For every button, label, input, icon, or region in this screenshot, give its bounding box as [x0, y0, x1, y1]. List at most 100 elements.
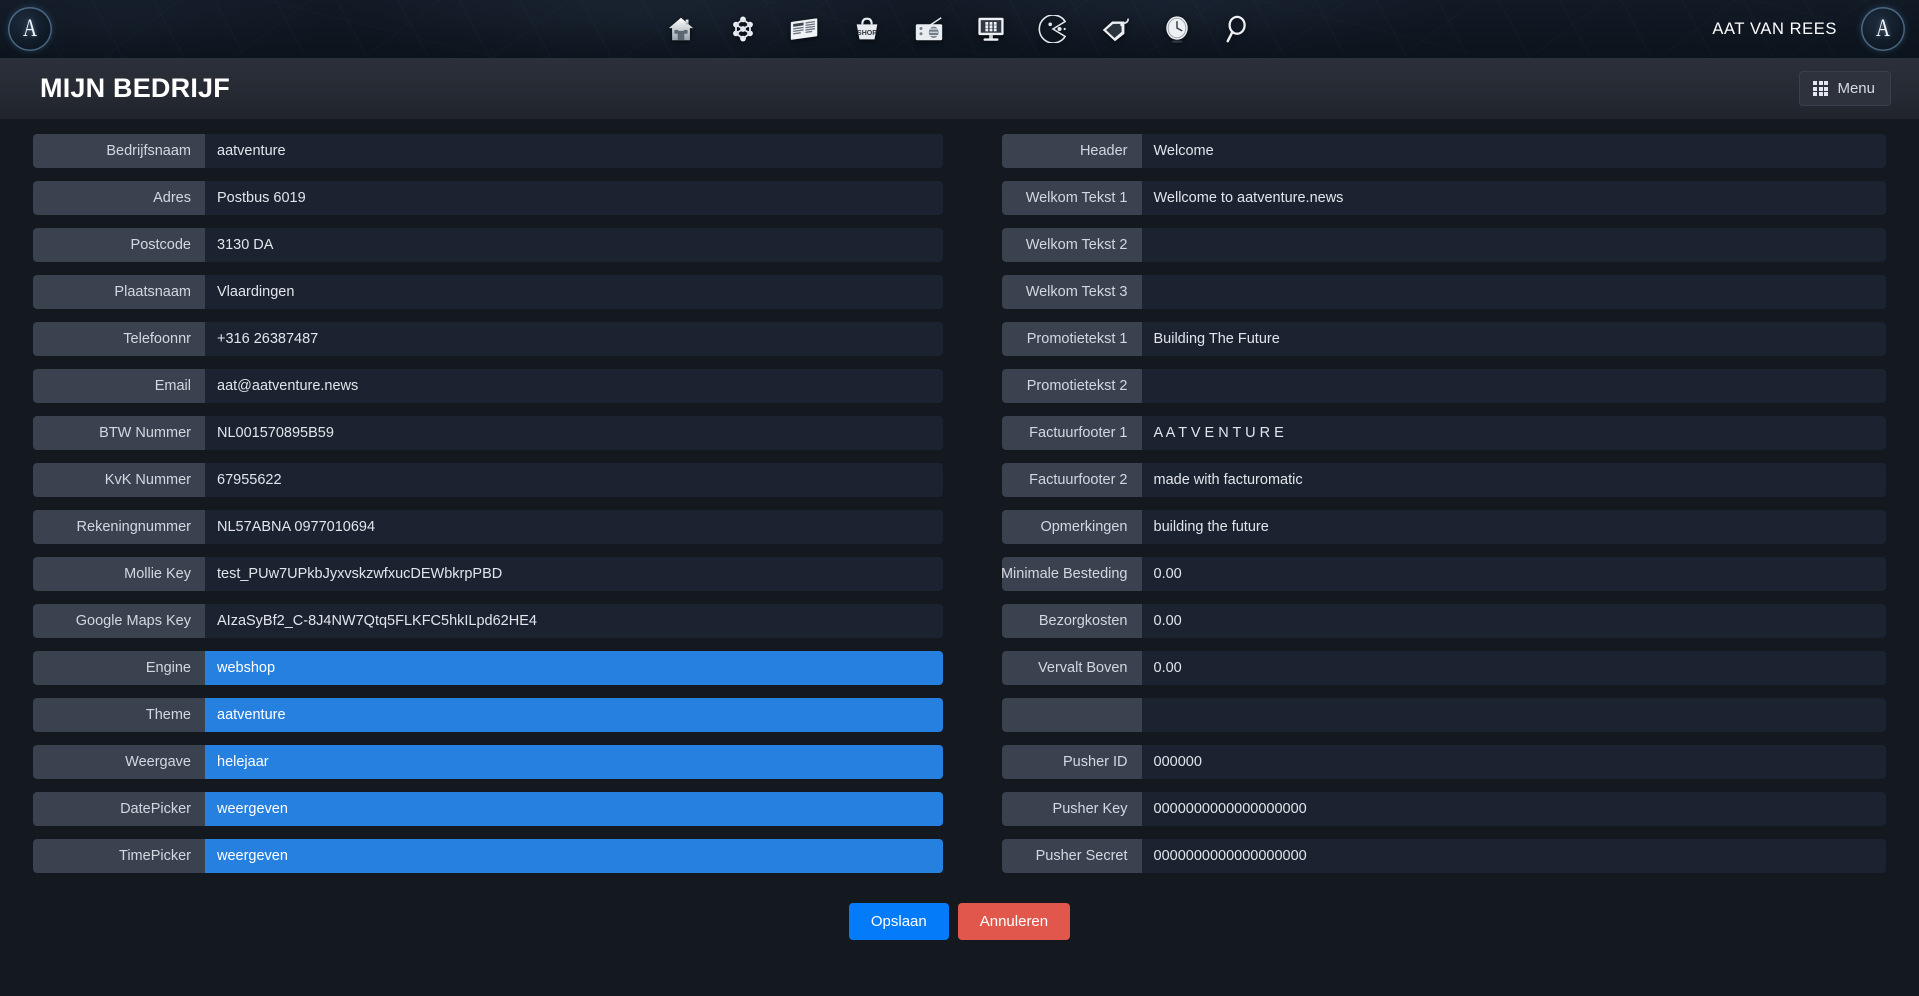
- molecule-icon[interactable]: [722, 8, 764, 50]
- field-label: Factuurfooter 2: [1001, 463, 1142, 497]
- field-value-input[interactable]: [1141, 369, 1886, 403]
- pacman-icon[interactable]: [1032, 8, 1074, 50]
- field-row: Engine webshop: [33, 651, 943, 685]
- field-label: BTW Nummer: [33, 416, 205, 450]
- field-value-input[interactable]: 000000: [1141, 745, 1886, 779]
- user-avatar[interactable]: A: [1861, 7, 1905, 51]
- field-label: DatePicker: [33, 792, 205, 826]
- page-title-bar: MIJN BEDRIJF Menu: [0, 58, 1919, 120]
- field-label: Telefoonnr: [33, 322, 205, 356]
- form-column-right: Header Welcome Welkom Tekst 1 Wellcome to a…: [977, 134, 1886, 886]
- field-label: Vervalt Boven: [1001, 651, 1142, 685]
- field-value-input[interactable]: Welcome: [1141, 134, 1886, 168]
- field-label: Minimale Besteding: [1001, 557, 1142, 591]
- field-row: Vervalt Boven 0.00: [1001, 651, 1886, 685]
- field-value-input[interactable]: helejaar: [205, 745, 943, 779]
- field-value-input[interactable]: Vlaardingen: [205, 275, 943, 309]
- price-tag-icon[interactable]: [1094, 8, 1136, 50]
- field-label: Welkom Tekst 1: [1001, 181, 1142, 215]
- field-value-input[interactable]: 0.00: [1141, 604, 1886, 638]
- field-row: Bedrijfsnaam aatventure: [33, 134, 943, 168]
- field-row: Email aat@aatventure.news: [33, 369, 943, 403]
- company-settings-form: Bedrijfsnaam aatventure Adres Postbus 6019 P…: [0, 120, 1919, 886]
- field-row: Minimale Besteding 0.00: [1001, 557, 1886, 591]
- field-label: Pusher Secret: [1001, 839, 1142, 873]
- field-label: Email: [33, 369, 205, 403]
- top-navigation-bar: A SHOP AAT VAN REES A: [0, 0, 1919, 58]
- field-value-input[interactable]: webshop: [205, 651, 943, 685]
- field-row: Weergave helejaar: [33, 745, 943, 779]
- user-area[interactable]: AAT VAN REES A: [1712, 7, 1905, 51]
- field-value-input[interactable]: test_PUw7UPkbJyxvskzwfxucDEWbkrpPBD: [205, 557, 943, 591]
- field-value-input[interactable]: NL57ABNA 0977010694: [205, 510, 943, 544]
- field-row: Pusher Key 0000000000000000000: [1001, 792, 1886, 826]
- field-label: [1001, 698, 1142, 732]
- field-value-input[interactable]: aatventure: [205, 698, 943, 732]
- search-icon[interactable]: [1218, 8, 1260, 50]
- field-value-input[interactable]: AIzaSyBf2_C-8J4NW7Qtq5FLKFC5hkILpd62HE4: [205, 604, 943, 638]
- field-value-input[interactable]: +316 26387487: [205, 322, 943, 356]
- field-value-input[interactable]: weergeven: [205, 839, 943, 873]
- field-label: Pusher ID: [1001, 745, 1142, 779]
- field-row: Bezorgkosten 0.00: [1001, 604, 1886, 638]
- field-label: Theme: [33, 698, 205, 732]
- field-row: Welkom Tekst 1 Wellcome to aatventure.new…: [1001, 181, 1886, 215]
- field-row: DatePicker weergeven: [33, 792, 943, 826]
- field-value-input[interactable]: made with facturomatic: [1141, 463, 1886, 497]
- brand-logo-left[interactable]: A: [8, 7, 52, 51]
- field-value-input[interactable]: Building The Future: [1141, 322, 1886, 356]
- field-row: Factuurfooter 1A A T V E N T U R E: [1001, 416, 1886, 450]
- field-row: Pusher Secret 0000000000000000000: [1001, 839, 1886, 873]
- cancel-button[interactable]: Annuleren: [957, 903, 1071, 940]
- radio-icon[interactable]: [908, 8, 950, 50]
- field-value-input[interactable]: [1141, 275, 1886, 309]
- newspaper-icon[interactable]: [784, 8, 826, 50]
- field-row: Rekeningnummer NL57ABNA 0977010694: [33, 510, 943, 544]
- svg-text:SHOP: SHOP: [857, 30, 877, 37]
- save-button[interactable]: Opslaan: [848, 903, 949, 940]
- field-value-input[interactable]: weergeven: [205, 792, 943, 826]
- field-label: Header: [1001, 134, 1142, 168]
- field-label: Promotietekst 1: [1001, 322, 1142, 356]
- page-title: MIJN BEDRIJF: [40, 73, 230, 103]
- field-value-input[interactable]: 0.00: [1141, 651, 1886, 685]
- field-value-input[interactable]: [1141, 228, 1886, 262]
- field-value-input[interactable]: 0000000000000000000: [1141, 792, 1886, 826]
- field-label: Postcode: [33, 228, 205, 262]
- field-value-input[interactable]: building the future: [1141, 510, 1886, 544]
- field-value-input[interactable]: 67955622: [205, 463, 943, 497]
- field-value-input[interactable]: Wellcome to aatventure.news: [1141, 181, 1886, 215]
- shop-basket-icon[interactable]: SHOP: [846, 8, 888, 50]
- field-value-input[interactable]: 0000000000000000000: [1141, 839, 1886, 873]
- form-column-left: Bedrijfsnaam aatventure Adres Postbus 6019 P…: [33, 134, 943, 886]
- field-row: Header Welcome: [1001, 134, 1886, 168]
- field-value-input[interactable]: aat@aatventure.news: [205, 369, 943, 403]
- field-row: Welkom Tekst 2: [1001, 228, 1886, 262]
- field-label: Bedrijfsnaam: [33, 134, 205, 168]
- menu-button[interactable]: Menu: [1799, 71, 1891, 106]
- monitor-icon[interactable]: [970, 8, 1012, 50]
- field-row: Telefoonnr +316 26387487: [33, 322, 943, 356]
- field-label: Welkom Tekst 3: [1001, 275, 1142, 309]
- field-label: Weergave: [33, 745, 205, 779]
- field-value-input[interactable]: aatventure: [205, 134, 943, 168]
- grid-menu-icon: [1813, 80, 1829, 97]
- field-value-input[interactable]: Postbus 6019: [205, 181, 943, 215]
- brand-logo-glyph: A: [22, 14, 38, 42]
- field-value-input[interactable]: 3130 DA: [205, 228, 943, 262]
- field-value-input[interactable]: A A T V E N T U R E: [1141, 416, 1886, 450]
- field-row: Adres Postbus 6019: [33, 181, 943, 215]
- clock-icon[interactable]: [1156, 8, 1198, 50]
- field-row: Theme aatventure: [33, 698, 943, 732]
- field-label: Pusher Key: [1001, 792, 1142, 826]
- field-value-input[interactable]: NL001570895B59: [205, 416, 943, 450]
- field-value-input[interactable]: [1141, 698, 1886, 732]
- field-value-input[interactable]: 0.00: [1141, 557, 1886, 591]
- field-row: Factuurfooter 2 made with facturomatic: [1001, 463, 1886, 497]
- field-label: Factuurfooter 1: [1001, 416, 1142, 450]
- field-label: Adres: [33, 181, 205, 215]
- field-label: Plaatsnaam: [33, 275, 205, 309]
- field-row: Opmerkingen building the future: [1001, 510, 1886, 544]
- home-icon[interactable]: [660, 8, 702, 50]
- field-label: Bezorgkosten: [1001, 604, 1142, 638]
